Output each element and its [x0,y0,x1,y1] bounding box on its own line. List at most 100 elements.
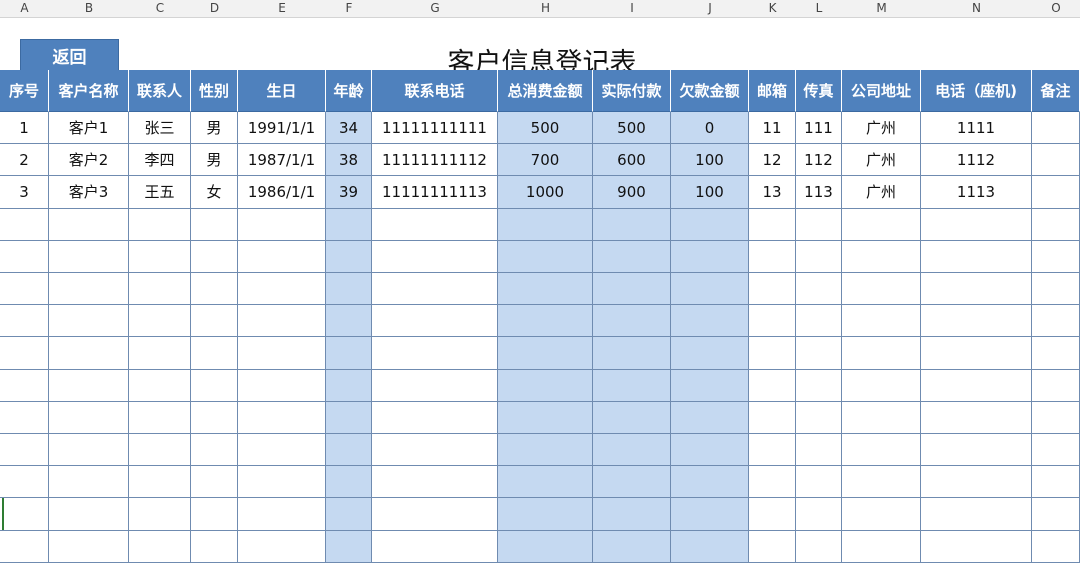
cell-c-7[interactable] [129,305,191,338]
header-l[interactable]: 传真 [796,70,842,112]
cell-b-10[interactable] [49,401,129,434]
cell-h-11[interactable] [498,434,593,467]
cell-o-5[interactable] [1032,240,1080,273]
cell-l-11[interactable] [796,434,842,467]
cell-g-8[interactable] [372,337,498,370]
cell-m-12[interactable] [842,466,921,499]
cell-e-10[interactable] [238,401,326,434]
cell-b-3[interactable]: 客户3 [49,176,129,209]
cell-m-10[interactable] [842,401,921,434]
cell-e-3[interactable]: 1986/1/1 [238,176,326,209]
cell-e-6[interactable] [238,273,326,306]
cell-d-7[interactable] [191,305,238,338]
cell-e-7[interactable] [238,305,326,338]
cell-d-3[interactable]: 女 [191,176,238,209]
cell-d-5[interactable] [191,240,238,273]
cell-a-11[interactable] [0,434,49,467]
column-letter-k[interactable]: K [749,0,796,17]
cell-n-14[interactable] [921,530,1032,563]
cell-i-1[interactable]: 500 [593,112,671,145]
header-k[interactable]: 邮箱 [749,70,796,112]
cell-j-13[interactable] [671,498,749,531]
cell-f-2[interactable]: 38 [326,144,372,177]
cell-n-5[interactable] [921,240,1032,273]
cell-o-6[interactable] [1032,273,1080,306]
cell-d-14[interactable] [191,530,238,563]
cell-c-8[interactable] [129,337,191,370]
header-n[interactable]: 电话（座机) [921,70,1032,112]
cell-f-8[interactable] [326,337,372,370]
cell-i-11[interactable] [593,434,671,467]
cell-k-3[interactable]: 13 [749,176,796,209]
cell-h-2[interactable]: 700 [498,144,593,177]
cell-i-9[interactable] [593,369,671,402]
cell-g-7[interactable] [372,305,498,338]
cell-j-12[interactable] [671,466,749,499]
column-letter-c[interactable]: C [129,0,191,17]
cell-n-4[interactable] [921,208,1032,241]
cell-l-14[interactable] [796,530,842,563]
cell-f-13[interactable] [326,498,372,531]
cell-g-13[interactable] [372,498,498,531]
cell-l-9[interactable] [796,369,842,402]
header-c[interactable]: 联系人 [129,70,191,112]
cell-j-14[interactable] [671,530,749,563]
cell-f-4[interactable] [326,208,372,241]
cell-g-2[interactable]: 11111111112 [372,144,498,177]
cell-c-13[interactable] [129,498,191,531]
cell-j-10[interactable] [671,401,749,434]
cell-n-3[interactable]: 1113 [921,176,1032,209]
cell-c-6[interactable] [129,273,191,306]
cell-m-4[interactable] [842,208,921,241]
cell-l-5[interactable] [796,240,842,273]
cell-n-12[interactable] [921,466,1032,499]
cell-b-12[interactable] [49,466,129,499]
header-h[interactable]: 总消费金额 [498,70,593,112]
column-letter-a[interactable]: A [0,0,49,17]
cell-k-13[interactable] [749,498,796,531]
cell-f-11[interactable] [326,434,372,467]
cell-o-4[interactable] [1032,208,1080,241]
cell-c-10[interactable] [129,401,191,434]
cell-f-10[interactable] [326,401,372,434]
cell-f-14[interactable] [326,530,372,563]
cell-b-8[interactable] [49,337,129,370]
header-o[interactable]: 备注 [1032,70,1080,112]
cell-a-6[interactable] [0,273,49,306]
cell-e-9[interactable] [238,369,326,402]
cell-b-14[interactable] [49,530,129,563]
cell-l-8[interactable] [796,337,842,370]
cell-l-12[interactable] [796,466,842,499]
cell-n-6[interactable] [921,273,1032,306]
cell-k-8[interactable] [749,337,796,370]
cell-d-9[interactable] [191,369,238,402]
header-i[interactable]: 实际付款 [593,70,671,112]
cell-b-6[interactable] [49,273,129,306]
column-letter-e[interactable]: E [238,0,326,17]
cell-n-2[interactable]: 1112 [921,144,1032,177]
cell-a-10[interactable] [0,401,49,434]
cell-l-4[interactable] [796,208,842,241]
cell-c-14[interactable] [129,530,191,563]
cell-n-1[interactable]: 1111 [921,112,1032,145]
cell-o-8[interactable] [1032,337,1080,370]
cell-d-6[interactable] [191,273,238,306]
header-b[interactable]: 客户名称 [49,70,129,112]
cell-h-1[interactable]: 500 [498,112,593,145]
cell-a-7[interactable] [0,305,49,338]
cell-h-9[interactable] [498,369,593,402]
cell-g-11[interactable] [372,434,498,467]
cell-h-10[interactable] [498,401,593,434]
cell-c-3[interactable]: 王五 [129,176,191,209]
cell-c-11[interactable] [129,434,191,467]
cell-b-1[interactable]: 客户1 [49,112,129,145]
cell-o-14[interactable] [1032,530,1080,563]
cell-d-2[interactable]: 男 [191,144,238,177]
cell-f-12[interactable] [326,466,372,499]
cell-a-9[interactable] [0,369,49,402]
cell-m-1[interactable]: 广州 [842,112,921,145]
cell-c-12[interactable] [129,466,191,499]
cell-h-5[interactable] [498,240,593,273]
cell-h-4[interactable] [498,208,593,241]
column-letter-h[interactable]: H [498,0,593,17]
